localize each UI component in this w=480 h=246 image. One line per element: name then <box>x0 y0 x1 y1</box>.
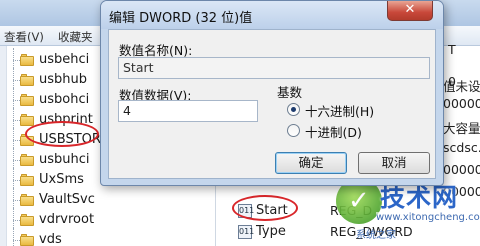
tree-branch-line <box>13 220 20 221</box>
tree-item-label: usbhub <box>39 72 87 87</box>
watermark-subtext: 系统之家 <box>356 230 396 241</box>
tree-branch-line <box>13 60 20 61</box>
value-fragment: 0000000 <box>443 96 480 111</box>
tree-branch-line <box>13 200 20 201</box>
radio-hex-label[interactable]: 十六进制(H) <box>305 101 374 120</box>
value-fragment: scdsc.i <box>443 140 480 155</box>
tree-branch-line <box>13 80 20 81</box>
tree-item-label: vdrvroot <box>39 212 95 227</box>
menu-favorites[interactable]: 收藏夹 <box>58 29 93 45</box>
radio-hex[interactable] <box>287 103 300 116</box>
value-fragment: 值未设置 <box>443 79 480 94</box>
value-name: Type <box>256 224 286 239</box>
tree-item-vaultsvc[interactable]: VaultSvc <box>0 188 215 212</box>
tree-item-label: usbehci <box>39 52 90 67</box>
start-highlight-circle <box>232 195 298 221</box>
value-fragment: T <box>448 42 456 57</box>
tree-item-label: usbuhci <box>39 152 90 167</box>
dialog-body: 数值名称(N): Start 数值数据(V): 4 基数 十六进制(H) 十进制… <box>108 29 436 179</box>
radio-decimal-label[interactable]: 十进制(D) <box>305 122 362 141</box>
edit-dword-dialog: 编辑 DWORD (32 位)值 ✕ 数值名称(N): Start 数值数据(V… <box>100 0 444 186</box>
watermark-logo-glyph: ✓ <box>348 186 370 216</box>
tree-branch-line <box>13 240 20 241</box>
dword-value-icon: 011 <box>238 225 254 239</box>
folder-icon <box>20 194 34 206</box>
base-label: 基数 <box>277 85 303 100</box>
cancel-button[interactable]: 取消 <box>358 152 430 174</box>
tree-connector-line <box>13 228 14 246</box>
value-data-input[interactable]: 4 <box>118 100 258 122</box>
folder-icon <box>20 154 34 166</box>
usbstor-highlight-circle <box>25 121 99 147</box>
tree-item-label: usbohci <box>39 92 90 107</box>
value-name-field[interactable]: Start <box>118 57 430 79</box>
watermark-url: www.xitongcheng.com <box>376 212 480 223</box>
ok-button[interactable]: 确定 <box>275 152 347 174</box>
tree-branch-line <box>13 140 20 141</box>
tree-item-label: UxSms <box>39 172 84 187</box>
folder-icon <box>20 54 34 66</box>
tree-branch-line <box>13 100 20 101</box>
tree-item-vds[interactable]: vds <box>0 228 215 246</box>
close-icon: ✕ <box>404 2 416 17</box>
tree-item-label: vds <box>39 232 62 246</box>
tree-scrollbar[interactable] <box>0 46 7 246</box>
folder-icon <box>20 74 34 86</box>
tree-branch-line <box>13 160 20 161</box>
site-watermark: ✓ 技术网 www.xitongcheng.com 系统之家 <box>336 176 480 246</box>
menu-view[interactable]: 查看(V) <box>4 29 44 45</box>
tree-item-vdrvroot[interactable]: vdrvroot <box>0 208 215 232</box>
folder-icon <box>20 214 34 226</box>
folder-icon <box>20 114 34 126</box>
tree-item-label: VaultSvc <box>39 192 95 207</box>
tree-branch-line <box>13 180 20 181</box>
tree-branch-line <box>13 120 20 121</box>
value-fragment: 大容量 <box>443 121 480 136</box>
radio-decimal[interactable] <box>287 124 300 137</box>
close-button[interactable]: ✕ <box>387 1 433 21</box>
base-group: 基数 十六进制(H) 十进制(D) <box>277 82 430 141</box>
value-fragment: 00000 <box>443 162 480 177</box>
folder-icon <box>20 234 34 246</box>
folder-icon <box>20 94 34 106</box>
folder-icon <box>20 174 34 186</box>
dialog-title: 编辑 DWORD (32 位)值 <box>109 11 253 26</box>
